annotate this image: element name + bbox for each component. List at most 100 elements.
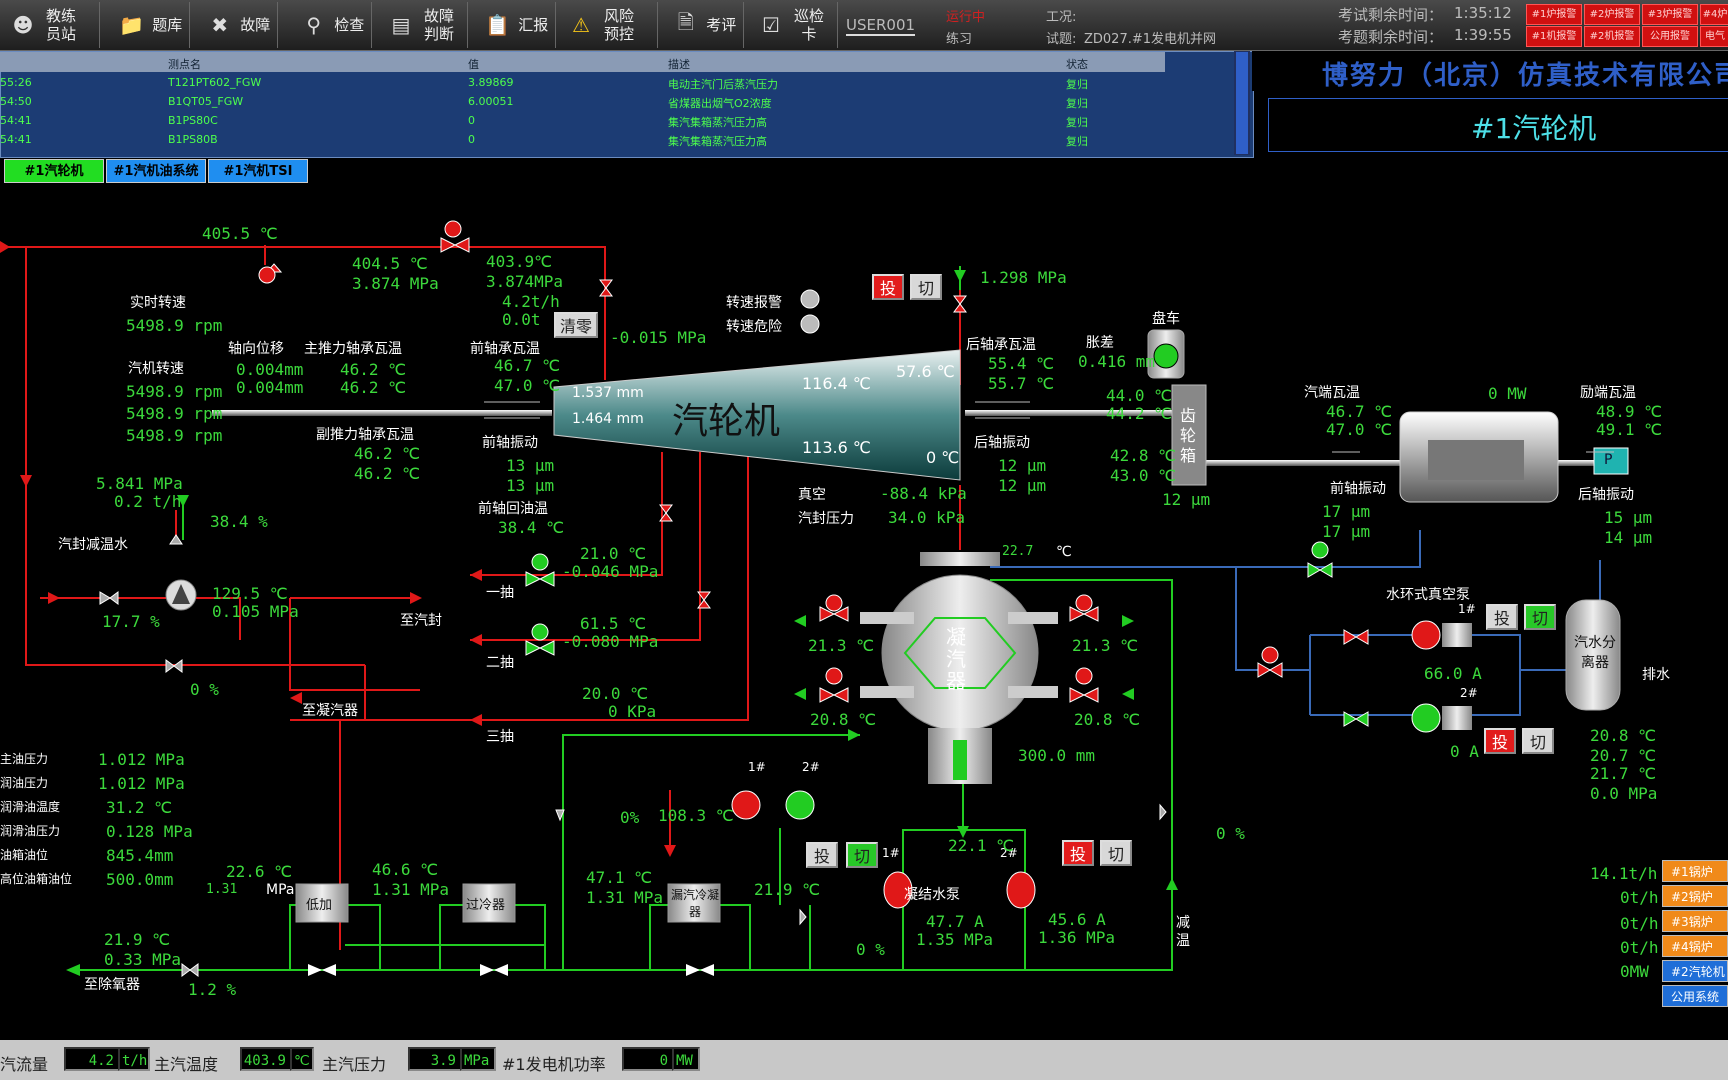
vacuum-pump-2-icon[interactable] <box>1411 703 1441 733</box>
third-extraction-temp: 20.0 ℃ <box>582 684 649 703</box>
cw-left-1: 21.3 ℃ <box>808 636 875 655</box>
speed-alarm-label: 转速报警 <box>726 295 782 311</box>
gearbox-temp-4: 43.0 ℃ <box>1110 466 1177 485</box>
clear-button[interactable]: 清零 <box>554 312 598 338</box>
vp2-off-button[interactable]: 切 <box>1522 728 1554 754</box>
fan-1-icon[interactable] <box>731 790 761 820</box>
hotwell-level <box>953 740 967 780</box>
generator-stripes <box>1428 440 1524 480</box>
right-valve-pct: 0 % <box>1216 824 1245 843</box>
condenser-temp: 22.7 <box>1002 544 1034 559</box>
generator-power: 0 MW <box>1488 384 1527 403</box>
lp-heater-out-pressure: 1.31 MPa <box>372 880 450 899</box>
on-button[interactable]: 投 <box>872 274 904 300</box>
front-bearing-2: 47.0 ℃ <box>494 376 561 395</box>
power-value: 0 <box>622 1047 674 1071</box>
common-system-button[interactable]: 公用系统 <box>1662 985 1728 1007</box>
boiler-4-button[interactable]: #4锅炉 <box>1662 935 1728 957</box>
vp-temp-1: 20.8 ℃ <box>1590 726 1657 745</box>
first-extraction-pressure: -0.046 MPa <box>562 562 659 581</box>
shaft-left <box>212 410 552 416</box>
boiler-flow-1: 14.1t/h <box>1590 864 1658 883</box>
separator-label: 汽水分离器 <box>1574 635 1616 671</box>
gen-front-vib-1: 17 μm <box>1322 502 1371 521</box>
turbine-speed-2: 5498.9 rpm <box>126 404 223 423</box>
vp-off-button[interactable]: 切 <box>1524 604 1556 630</box>
turbine2-power: 0MW <box>1620 962 1649 981</box>
boiler-flow-2: 0t/h <box>1620 888 1659 907</box>
gearbox-vib: 12 μm <box>1162 490 1211 509</box>
seal-pressure-label: 汽封压力 <box>798 511 854 527</box>
turbine-2-button[interactable]: #2汽轮机 <box>1662 960 1728 982</box>
lp-heater-out-temp: 46.6 ℃ <box>372 860 439 879</box>
first-extraction-label: 一抽 <box>486 585 514 601</box>
main-thrust-1: 46.2 ℃ <box>340 360 407 379</box>
oil-value-2: 1.012 MPa <box>98 774 185 793</box>
front-return: 38.4 ℃ <box>498 518 565 537</box>
exciter-label: 励端瓦温 <box>1580 385 1636 401</box>
off-button[interactable]: 切 <box>910 274 942 300</box>
gen-bearing-2: 47.0 ℃ <box>1326 420 1393 439</box>
fan-2-icon[interactable] <box>785 790 815 820</box>
vacuum-pump-2-no: 2# <box>1460 686 1478 700</box>
condenser-level: 300.0 mm <box>1018 746 1096 765</box>
cp2-on-button[interactable]: 投 <box>1062 840 1094 866</box>
temp-unit: ℃ <box>290 1047 314 1071</box>
inlet-temp: 403.9℃ <box>486 252 553 271</box>
temp-value: 403.9 <box>240 1047 292 1071</box>
boiler-1-button[interactable]: #1锅炉 <box>1662 860 1728 882</box>
turbine-temp-top: 116.4 ℃ <box>802 374 871 393</box>
vp-on-button[interactable]: 投 <box>1486 604 1518 630</box>
oil-value-1: 1.012 MPa <box>98 750 185 769</box>
turbine-inlet-2: 1.464 mm <box>572 411 644 427</box>
vp2-on-button[interactable]: 投 <box>1484 728 1516 754</box>
deaerator-temp: 21.9 ℃ <box>104 930 171 949</box>
gen-front-vib-label: 前轴振动 <box>1330 481 1386 497</box>
turbine-name: 汽轮机 <box>672 401 781 442</box>
motor-icon <box>1153 343 1179 369</box>
drain-label: 排水 <box>1642 667 1670 683</box>
aux-thrust-1: 46.2 ℃ <box>354 444 421 463</box>
lp-heater-label: 低加 <box>306 898 333 913</box>
pressure-unit: MPa <box>460 1047 496 1071</box>
condenser-temp-unit: ℃ <box>1056 544 1072 560</box>
third-extraction-pressure: 0 KPa <box>608 702 657 721</box>
lp-heater-in-temp: 22.6 ℃ <box>226 862 293 881</box>
power-unit: MW <box>672 1047 700 1071</box>
gearbox-temp-3: 42.8 ℃ <box>1110 446 1177 465</box>
rear-bearing-2: 55.7 ℃ <box>988 374 1055 393</box>
front-return-label: 前轴回油温 <box>478 501 548 517</box>
vacuum-pump-1-icon[interactable] <box>1411 620 1441 650</box>
vacuum-value: -88.4 kPa <box>880 484 967 503</box>
turbine-temp-bottom: 113.6 ℃ <box>802 438 871 457</box>
temp-label: 主汽温度 <box>154 1055 219 1074</box>
boiler-flow-4: 0t/h <box>1620 938 1659 957</box>
vp-temp-3: 21.7 ℃ <box>1590 764 1657 783</box>
condensate-pump-label: 凝结水泵 <box>904 887 960 903</box>
gland-label: 汽封减温水 <box>58 537 128 553</box>
cooler-label: 过冷器 <box>466 898 506 913</box>
rear-vib-1: 12 μm <box>998 456 1047 475</box>
gearbox-temp-2: 44.2 ℃ <box>1106 404 1173 423</box>
condensate-pump-2-icon[interactable] <box>1006 871 1036 909</box>
gland-cooler-pressure: 1.31 MPa <box>586 888 664 907</box>
inlet-flow: 4.2t/h <box>502 292 560 311</box>
boiler-2-button[interactable]: #2锅炉 <box>1662 885 1728 907</box>
second-extraction-pressure: -0.080 MPa <box>562 632 659 651</box>
cp-on-button[interactable]: 投 <box>806 842 838 868</box>
fan-temp: 108.3 ℃ <box>658 806 734 825</box>
flow-label: 汽流量 <box>0 1055 49 1074</box>
main-steam-temp: 405.5 ℃ <box>202 224 278 243</box>
fan-2-no: 2# <box>802 760 820 774</box>
gland-flow: 0.2 t/h <box>114 492 182 511</box>
cp-off-button[interactable]: 切 <box>846 842 878 868</box>
cw-pipe <box>1008 686 1058 698</box>
cw-left-2: 20.8 ℃ <box>810 710 877 729</box>
cp2-off-button[interactable]: 切 <box>1100 840 1132 866</box>
cw-pipe <box>860 612 914 624</box>
main-steam-temp2: 404.5 ℃ <box>352 254 428 273</box>
lp-heater-in-pressure: 1.31 <box>206 882 238 897</box>
axial-value-1: 0.004mm <box>236 360 304 379</box>
boiler-3-button[interactable]: #3锅炉 <box>1662 910 1728 932</box>
condensate-pump-2-current: 45.6 A <box>1048 910 1106 929</box>
